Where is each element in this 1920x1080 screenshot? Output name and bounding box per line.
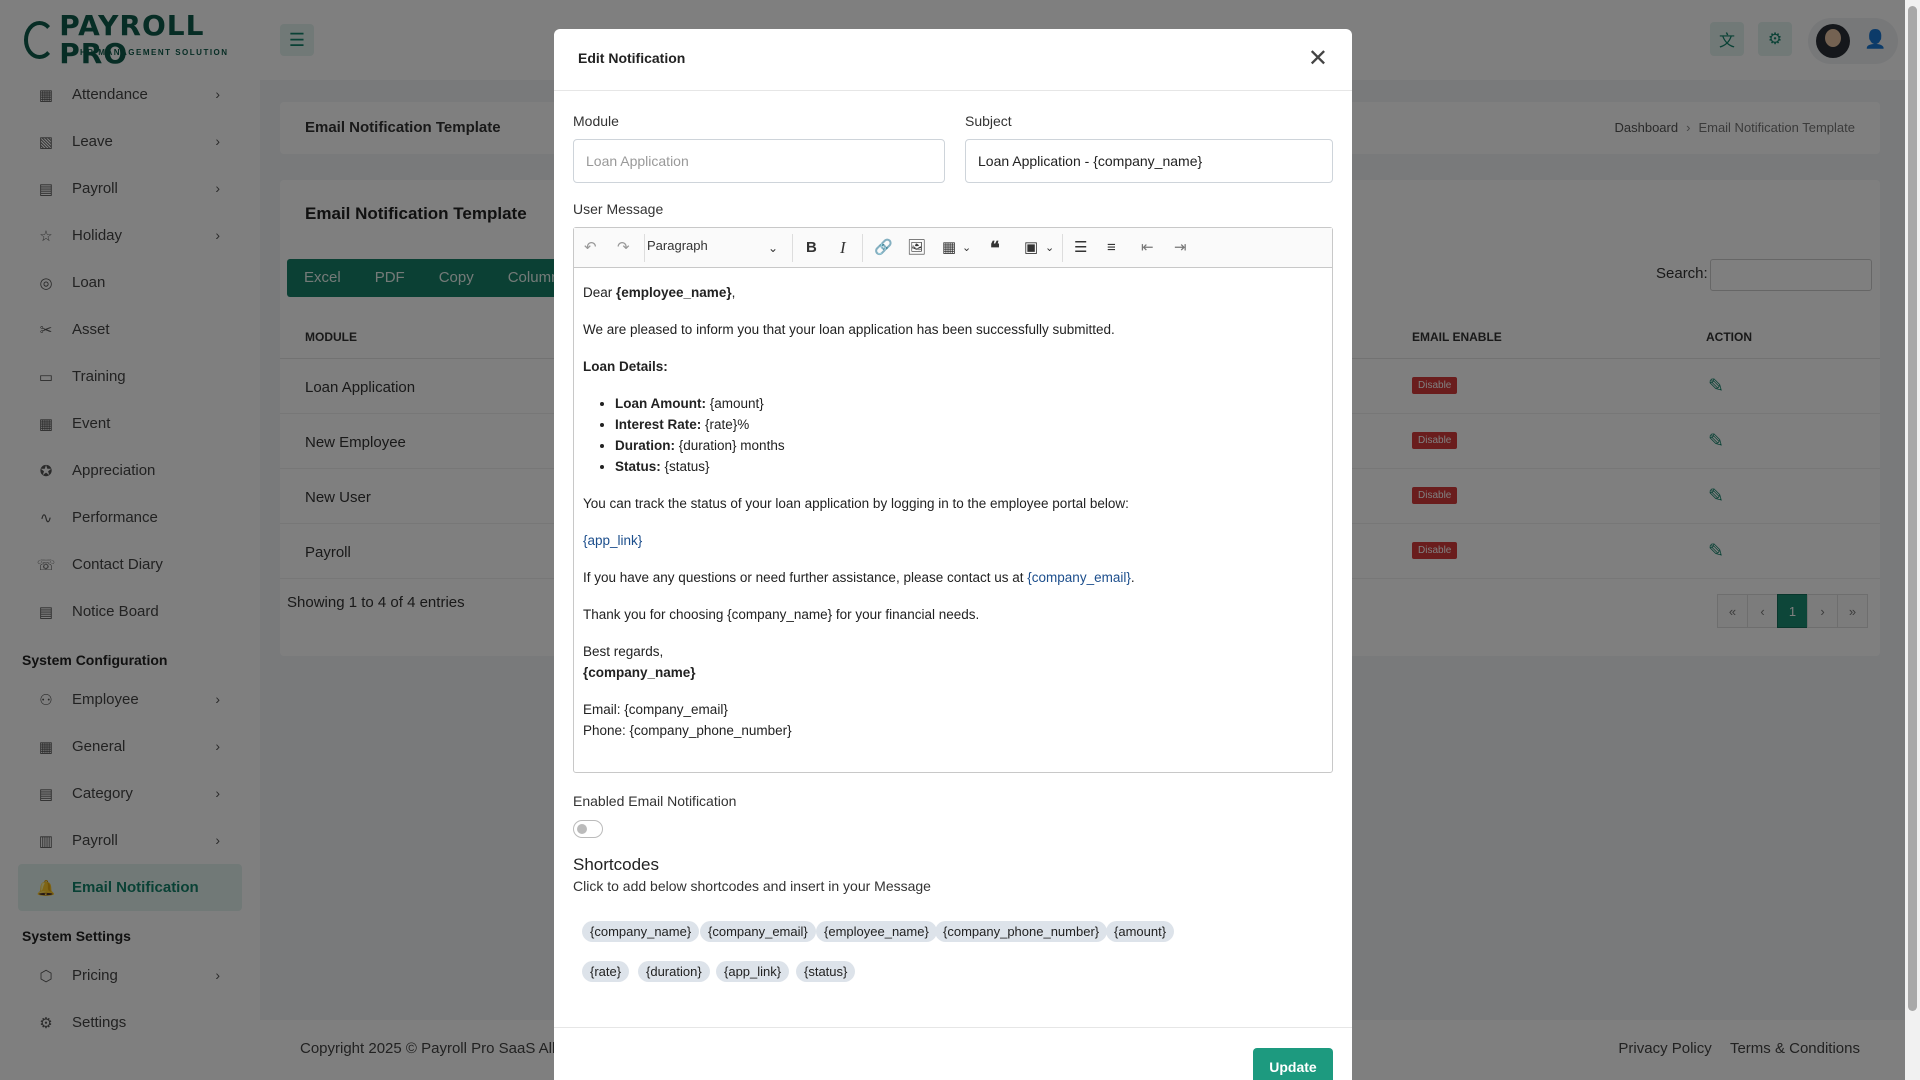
editor-content[interactable]: Dear {employee_name}, We are pleased to …	[574, 268, 1332, 771]
questions-paragraph: If you have any questions or need furthe…	[583, 567, 1323, 588]
detail-value: {status}	[660, 459, 710, 474]
contact-paragraph: Email: {company_email} Phone: {company_ph…	[583, 699, 1323, 741]
update-button[interactable]: Update	[1253, 1048, 1333, 1080]
detail-key: Interest Rate:	[615, 417, 702, 432]
module-input[interactable]: Loan Application	[573, 139, 945, 183]
shortcode-chip[interactable]: {status}	[796, 961, 856, 982]
shortcode-chip[interactable]: {duration}	[638, 961, 710, 982]
detail-key: Status:	[615, 459, 661, 474]
shortcode-chip[interactable]: {employee_name}	[816, 921, 937, 942]
details-heading: Loan Details:	[583, 356, 1323, 377]
shortcode-chip[interactable]: {amount}	[1106, 921, 1175, 942]
close-icon[interactable]: ✕	[1308, 47, 1328, 71]
image-upload-icon[interactable]: 🖼	[907, 238, 926, 258]
modal-header: Edit Notification ✕	[554, 29, 1352, 91]
indent-icon[interactable]: ⇥	[1174, 238, 1187, 258]
blockquote-icon[interactable]: ❝	[990, 238, 1000, 258]
detail-value: {duration} months	[675, 438, 785, 453]
shortcode-chip[interactable]: {app_link}	[716, 961, 790, 982]
toolbar-divider	[792, 234, 793, 262]
message-label: User Message	[573, 201, 664, 217]
toolbar-divider	[862, 234, 863, 262]
shortcodes-title: Shortcodes	[573, 855, 659, 874]
undo-icon[interactable]: ↶	[584, 238, 597, 258]
detail-value: {amount}	[705, 396, 764, 411]
company-email-link[interactable]: {company_email}	[1027, 570, 1131, 585]
list-item: Duration: {duration} months	[615, 435, 1323, 456]
media-embed-icon[interactable]: ▣	[1024, 238, 1038, 258]
detail-value: {rate}%	[701, 417, 750, 432]
track-paragraph: You can track the status of your loan ap…	[583, 496, 1129, 511]
shortcode-chip[interactable]: {company_name}	[582, 921, 700, 942]
regards-paragraph: Best regards, {company_name}	[583, 641, 1323, 683]
enable-notification-toggle[interactable]	[573, 820, 603, 838]
paragraph-select[interactable]: Paragraph	[647, 238, 708, 253]
thanks-paragraph: Thank you for choosing {company_name} fo…	[583, 607, 980, 622]
redo-icon[interactable]: ↷	[617, 238, 630, 258]
email-line: Email: {company_email}	[583, 702, 728, 717]
italic-icon[interactable]: I	[840, 238, 846, 258]
list-item: Loan Amount: {amount}	[615, 393, 1323, 414]
greeting-punct: ,	[731, 285, 736, 300]
chevron-down-icon[interactable]: ⌄	[1045, 238, 1054, 258]
chevron-down-icon[interactable]: ⌄	[962, 238, 971, 258]
employee-name-token: {employee_name}	[616, 285, 732, 300]
questions-punct: .	[1130, 570, 1135, 585]
intro-paragraph: We are pleased to inform you that your l…	[583, 322, 1115, 337]
signature-token: {company_name}	[583, 665, 696, 680]
toolbar-divider	[644, 234, 645, 262]
bold-icon[interactable]: B	[806, 238, 817, 258]
questions-text: If you have any questions or need furthe…	[583, 570, 1028, 585]
enabled-label: Enabled Email Notification	[573, 793, 737, 809]
details-heading-text: Loan Details:	[583, 359, 668, 374]
chevron-down-icon[interactable]: ⌄	[768, 238, 778, 258]
shortcodes-subtitle: Click to add below shortcodes and insert…	[573, 878, 931, 894]
toolbar-divider	[1062, 234, 1063, 262]
shortcode-chip[interactable]: {company_email}	[700, 921, 816, 942]
page-scrollbar[interactable]	[1905, 0, 1920, 1080]
greeting-text: Dear	[583, 285, 617, 300]
modal-title: Edit Notification	[578, 50, 686, 66]
detail-key: Loan Amount:	[615, 396, 706, 411]
shortcode-chip[interactable]: {rate}	[582, 961, 630, 982]
scrollbar-thumb[interactable]	[1908, 6, 1917, 1011]
list-item: Interest Rate: {rate}%	[615, 414, 1323, 435]
module-label: Module	[573, 113, 619, 129]
rich-text-editor: ↶ ↷ Paragraph ⌄ B I 🔗 🖼 ▦ ⌄ ❝ ▣ ⌄ ☰ ≡ ⇤ …	[573, 227, 1333, 773]
phone-line: Phone: {company_phone_number}	[583, 723, 792, 738]
subject-label: Subject	[965, 113, 1012, 129]
edit-notification-modal: Edit Notification ✕ Module Loan Applicat…	[554, 29, 1352, 1080]
subject-input[interactable]: Loan Application - {company_name}	[965, 139, 1333, 183]
regards-text: Best regards,	[583, 644, 664, 659]
link-icon[interactable]: 🔗	[874, 238, 893, 258]
shortcode-chip[interactable]: {company_phone_number}	[935, 921, 1108, 942]
details-list: Loan Amount: {amount} Interest Rate: {ra…	[615, 393, 1323, 477]
bulleted-list-icon[interactable]: ☰	[1074, 238, 1087, 258]
modal-footer-divider	[554, 1027, 1352, 1028]
greeting-paragraph: Dear {employee_name},	[583, 282, 1323, 303]
app-link-paragraph: {app_link}	[583, 530, 1323, 551]
app-link-token[interactable]: {app_link}	[583, 533, 642, 548]
editor-toolbar: ↶ ↷ Paragraph ⌄ B I 🔗 🖼 ▦ ⌄ ❝ ▣ ⌄ ☰ ≡ ⇤ …	[574, 228, 1332, 268]
outdent-icon[interactable]: ⇤	[1141, 238, 1154, 258]
table-icon[interactable]: ▦	[942, 238, 956, 258]
detail-key: Duration:	[615, 438, 675, 453]
list-item: Status: {status}	[615, 456, 1323, 477]
numbered-list-icon[interactable]: ≡	[1107, 238, 1116, 258]
